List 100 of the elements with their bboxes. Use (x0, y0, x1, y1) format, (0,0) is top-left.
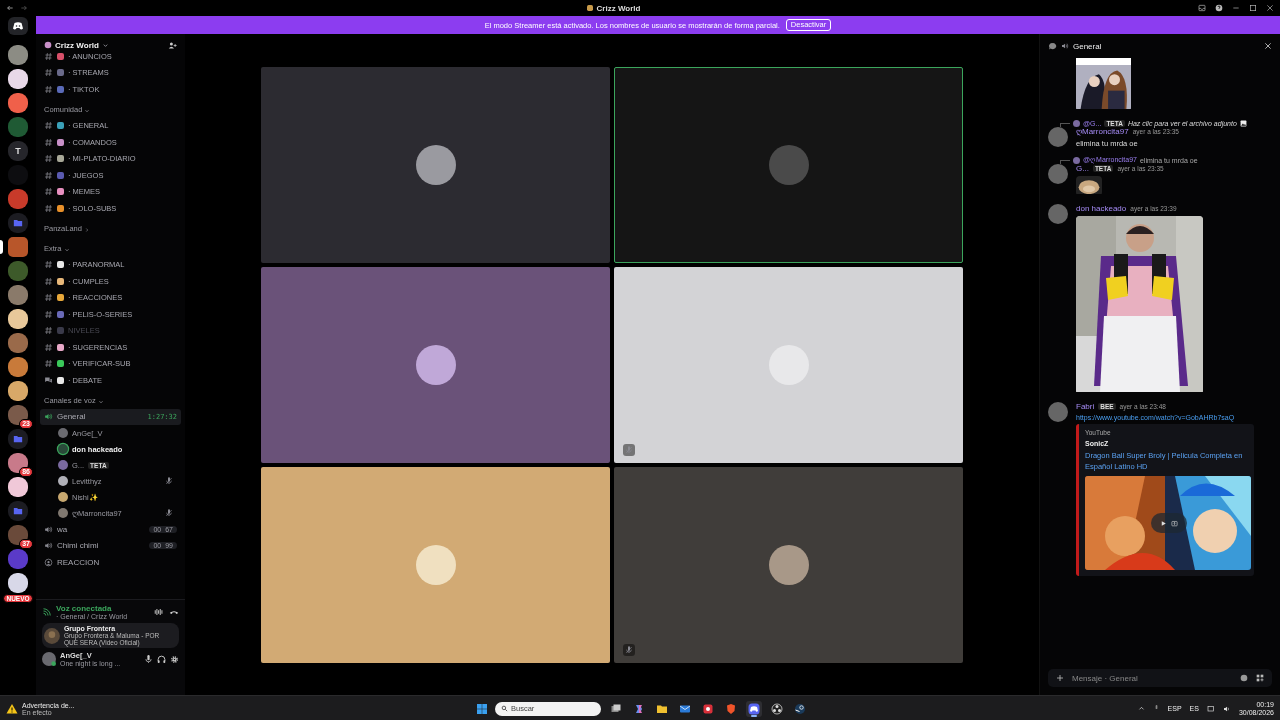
hash-icon (44, 203, 53, 213)
speaker-icon (1061, 42, 1069, 50)
video-tile[interactable] (261, 267, 610, 463)
back-icon[interactable] (6, 4, 14, 12)
speaker-icon (44, 524, 53, 534)
composer-bar[interactable]: Mensaje · General (1048, 669, 1272, 687)
server-icon[interactable] (8, 309, 28, 329)
reply-avatar (1073, 156, 1080, 164)
game-controller-icon[interactable] (746, 700, 762, 717)
user-avatar[interactable] (1048, 164, 1068, 184)
hash-icon (44, 187, 53, 197)
invite-icon[interactable] (168, 40, 177, 50)
hash-icon (44, 121, 53, 131)
caret-icon (97, 398, 104, 405)
image-icon (1239, 119, 1247, 127)
stage-icon (44, 557, 53, 567)
user-avatar (768, 545, 809, 585)
speaker-icon (44, 541, 53, 551)
hash-icon (44, 326, 53, 336)
server-icon[interactable] (8, 477, 28, 497)
forum-icon (44, 375, 53, 385)
user-avatar[interactable] (42, 652, 56, 666)
help-icon[interactable] (1215, 4, 1223, 12)
chevron-up-icon[interactable] (1137, 705, 1145, 712)
author-name[interactable]: G... (1076, 164, 1089, 173)
hash-icon (44, 276, 53, 286)
server-icon (44, 41, 52, 49)
game-controller-icon (12, 20, 24, 32)
discord-logo[interactable] (8, 17, 28, 35)
caret-icon (84, 107, 91, 114)
apps-icon[interactable] (1256, 674, 1264, 682)
caret-icon[interactable] (101, 41, 109, 49)
connection-status: Voz conectada (56, 604, 113, 613)
channel-name: General (1073, 41, 1102, 51)
server-icon[interactable] (8, 93, 28, 113)
caret-icon (63, 246, 70, 253)
hash-icon (44, 51, 53, 61)
album-art (44, 627, 60, 644)
server-icon[interactable] (8, 573, 28, 593)
server-icon[interactable] (8, 357, 28, 377)
user-avatar[interactable] (1048, 204, 1068, 224)
server-icon[interactable] (8, 381, 28, 401)
hash-icon (44, 84, 53, 94)
server-icon[interactable] (8, 453, 28, 473)
hash-icon (44, 359, 53, 369)
popout-icon (1171, 519, 1178, 527)
video-tile[interactable] (261, 67, 610, 263)
network-icon[interactable] (1206, 704, 1215, 713)
soundboard-icon[interactable] (154, 607, 164, 617)
server-icon[interactable]: T (8, 141, 28, 161)
server-icon[interactable] (8, 45, 28, 65)
author-name[interactable]: ღMarroncita97 (1076, 127, 1129, 136)
close-icon[interactable] (1264, 42, 1272, 50)
window-title: Crizz World (596, 3, 641, 13)
microphone-icon[interactable] (144, 654, 153, 664)
server-folder[interactable] (8, 501, 28, 521)
speaker-icon (44, 412, 53, 422)
hash-icon (44, 309, 53, 319)
video-tile[interactable] (614, 67, 963, 263)
author-name[interactable]: Fabri (1076, 402, 1095, 411)
signal-icon (42, 607, 51, 617)
start-icon[interactable] (476, 702, 488, 715)
volume-icon[interactable] (1222, 704, 1231, 713)
maximize-icon[interactable] (1249, 4, 1257, 12)
reply-avatar (1073, 119, 1080, 127)
user-avatar[interactable] (1048, 402, 1068, 422)
play-button[interactable] (1151, 513, 1187, 533)
video-tile[interactable] (614, 267, 963, 463)
caret-icon (83, 226, 90, 233)
channel-item[interactable]: REACCION (40, 554, 181, 571)
server-folder[interactable] (8, 213, 28, 233)
close-icon[interactable] (1266, 4, 1274, 12)
message-field[interactable]: Mensaje · General (1072, 671, 1232, 685)
server-folder[interactable] (8, 429, 28, 449)
server-icon (585, 4, 594, 12)
server-icon[interactable] (8, 525, 28, 545)
user-avatar[interactable] (1048, 127, 1068, 147)
hash-icon (44, 68, 53, 78)
inbox-icon[interactable] (1198, 4, 1206, 12)
reply-line (1060, 160, 1070, 164)
plus-icon[interactable] (1056, 674, 1064, 682)
user-avatar (768, 145, 809, 185)
server-icon[interactable] (8, 405, 28, 425)
headphones-icon[interactable] (157, 654, 166, 664)
warning-icon (6, 702, 18, 715)
hash-icon (44, 170, 53, 180)
emoji-icon[interactable] (1240, 674, 1248, 682)
search-icon (501, 705, 508, 712)
hash-icon (44, 154, 53, 164)
user-avatar (415, 345, 456, 385)
hash-icon (44, 293, 53, 303)
video-tile[interactable] (614, 467, 963, 663)
play-icon (1160, 519, 1167, 527)
reply-line (1060, 123, 1070, 127)
server-name[interactable]: Crizz World (55, 40, 99, 50)
server-icon[interactable] (8, 69, 28, 89)
settings-icon[interactable] (170, 654, 179, 664)
video-tile[interactable] (261, 467, 610, 663)
author-name[interactable]: don hackeado (1076, 204, 1127, 213)
chat-icon (1048, 41, 1057, 51)
